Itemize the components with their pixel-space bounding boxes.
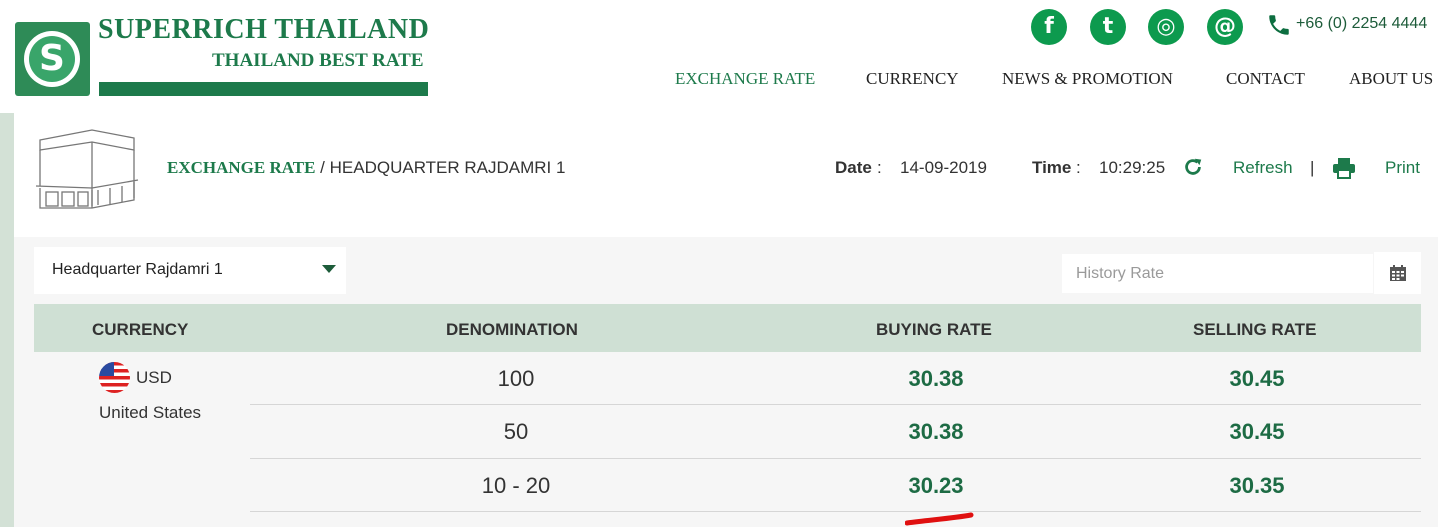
breadcrumb: EXCHANGE RATE / HEADQUARTER RAJDAMRI 1 <box>167 158 565 178</box>
breadcrumb-page: HEADQUARTER RAJDAMRI 1 <box>329 158 566 177</box>
instagram-icon[interactable]: ◎ <box>1148 9 1184 45</box>
row-buying-rate: 30.23 <box>908 473 964 498</box>
brand-logo[interactable]: S <box>15 22 90 96</box>
currency-country: United States <box>99 403 202 422</box>
left-rail <box>0 113 14 527</box>
header-denomination: DENOMINATION <box>446 320 578 339</box>
time-value: 10:29:25 <box>1099 158 1166 177</box>
row-denomination: 10 - 20 <box>481 473 551 498</box>
currency-code: USD <box>136 368 172 387</box>
branch-select[interactable]: Headquarter Rajdamri 1 <box>34 247 346 294</box>
print-link[interactable]: Print <box>1385 158 1420 178</box>
calendar-button[interactable] <box>1374 252 1421 294</box>
chevron-down-icon <box>322 265 336 273</box>
brand-subtitle: THAILAND BEST RATE <box>212 50 424 71</box>
time-label: Time <box>1032 158 1072 177</box>
phone-number[interactable]: +66 (0) 2254 4444 <box>1296 15 1427 33</box>
row-buying-rate: 30.38 <box>908 366 964 391</box>
date-label: Date <box>835 158 872 177</box>
nav-currency[interactable]: CURRENCY <box>866 69 959 89</box>
row-denomination: 100 <box>497 366 535 391</box>
nav-contact[interactable]: CONTACT <box>1226 69 1305 89</box>
brand-bar <box>99 82 428 96</box>
phone-icon <box>1266 12 1294 40</box>
branch-select-value: Headquarter Rajdamri 1 <box>52 261 223 278</box>
row-selling-rate: 30.45 <box>1229 366 1285 391</box>
row-divider <box>250 404 1421 405</box>
logo-letter: S <box>29 36 75 82</box>
red-annotation-mark <box>904 508 975 532</box>
history-rate-input[interactable] <box>1062 254 1373 293</box>
meta-separator: | <box>1310 158 1315 177</box>
header-selling-rate: SELLING RATE <box>1193 320 1317 339</box>
time-colon: : <box>1076 158 1081 177</box>
branch-building-icon <box>34 128 142 212</box>
breadcrumb-separator: / <box>315 158 330 177</box>
row-selling-rate: 30.45 <box>1229 419 1285 444</box>
brand-title: SUPERRICH THAILAND <box>98 14 430 45</box>
printer-icon[interactable] <box>1332 157 1356 181</box>
row-divider <box>250 511 1421 512</box>
date-value: 14-09-2019 <box>900 158 987 177</box>
email-icon[interactable]: @ <box>1207 9 1243 45</box>
header-currency: CURRENCY <box>92 320 189 339</box>
row-denomination: 50 <box>503 419 529 444</box>
twitter-icon[interactable]: t <box>1090 9 1126 45</box>
nav-about-us[interactable]: ABOUT US <box>1349 69 1433 89</box>
header-buying-rate: BUYING RATE <box>876 320 992 339</box>
nav-news-promotion[interactable]: NEWS & PROMOTION <box>1002 69 1173 89</box>
row-selling-rate: 30.35 <box>1229 473 1285 498</box>
row-divider <box>250 458 1421 459</box>
us-flag-icon <box>99 362 130 393</box>
row-buying-rate: 30.38 <box>908 419 964 444</box>
refresh-link[interactable]: Refresh <box>1233 158 1293 178</box>
calendar-icon <box>1390 265 1406 281</box>
nav-exchange-rate[interactable]: EXCHANGE RATE <box>675 69 815 89</box>
breadcrumb-section[interactable]: EXCHANGE RATE <box>167 158 315 177</box>
facebook-icon[interactable]: f <box>1031 9 1067 45</box>
date-colon: : <box>877 158 882 177</box>
refresh-icon[interactable] <box>1181 156 1205 180</box>
